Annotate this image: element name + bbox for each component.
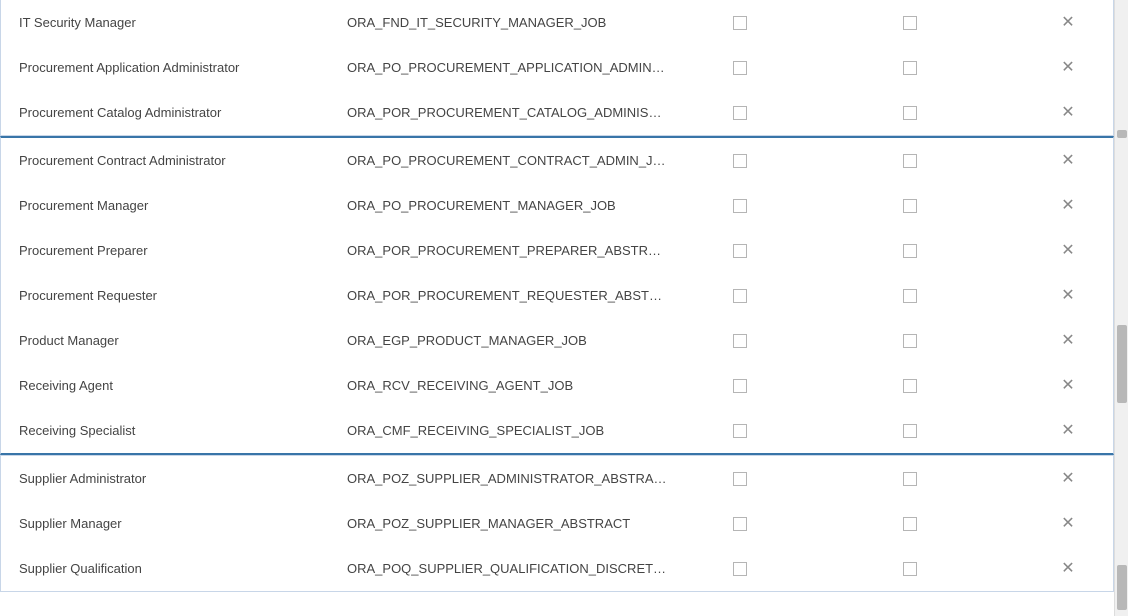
- checkbox-col1[interactable]: [733, 16, 747, 30]
- checkbox-col1[interactable]: [733, 379, 747, 393]
- checkbox-col2[interactable]: [903, 334, 917, 348]
- close-icon[interactable]: ✕: [1059, 422, 1077, 440]
- role-code: ORA_POZ_SUPPLIER_MANAGER_ABSTRACT: [337, 516, 717, 531]
- checkbox-col1[interactable]: [733, 289, 747, 303]
- close-icon[interactable]: ✕: [1059, 377, 1077, 395]
- table-row: Product Manager ORA_EGP_PRODUCT_MANAGER_…: [1, 318, 1113, 363]
- role-name: Procurement Catalog Administrator: [7, 105, 337, 120]
- checkbox-col2[interactable]: [903, 244, 917, 258]
- checkbox-col1[interactable]: [733, 106, 747, 120]
- checkbox-col2[interactable]: [903, 16, 917, 30]
- role-code: ORA_FND_IT_SECURITY_MANAGER_JOB: [337, 15, 717, 30]
- role-name: Procurement Requester: [7, 288, 337, 303]
- checkbox-col2[interactable]: [903, 199, 917, 213]
- checkbox-col2[interactable]: [903, 106, 917, 120]
- checkbox-col2[interactable]: [903, 472, 917, 486]
- table-row: Receiving Specialist ORA_CMF_RECEIVING_S…: [1, 408, 1113, 453]
- role-name: Procurement Manager: [7, 198, 337, 213]
- checkbox-col1[interactable]: [733, 61, 747, 75]
- table-row: Procurement Preparer ORA_POR_PROCUREMENT…: [1, 228, 1113, 273]
- table-row: IT Security Manager ORA_FND_IT_SECURITY_…: [1, 0, 1113, 45]
- checkbox-col1[interactable]: [733, 334, 747, 348]
- table-row: Supplier Manager ORA_POZ_SUPPLIER_MANAGE…: [1, 501, 1113, 546]
- role-code: ORA_POZ_SUPPLIER_ADMINISTRATOR_ABSTRA…: [337, 471, 717, 486]
- role-code: ORA_POR_PROCUREMENT_PREPARER_ABSTR…: [337, 243, 717, 258]
- table-row: Procurement Requester ORA_POR_PROCUREMEN…: [1, 273, 1113, 318]
- role-name: Supplier Administrator: [7, 471, 337, 486]
- close-icon[interactable]: ✕: [1059, 59, 1077, 77]
- role-name: Receiving Agent: [7, 378, 337, 393]
- checkbox-col2[interactable]: [903, 562, 917, 576]
- checkbox-col1[interactable]: [733, 517, 747, 531]
- close-icon[interactable]: ✕: [1059, 287, 1077, 305]
- role-name: IT Security Manager: [7, 15, 337, 30]
- role-name: Product Manager: [7, 333, 337, 348]
- role-code: ORA_EGP_PRODUCT_MANAGER_JOB: [337, 333, 717, 348]
- role-name: Procurement Application Administrator: [7, 60, 337, 75]
- role-name: Receiving Specialist: [7, 423, 337, 438]
- checkbox-col2[interactable]: [903, 379, 917, 393]
- role-name: Procurement Preparer: [7, 243, 337, 258]
- role-name: Procurement Contract Administrator: [7, 153, 337, 168]
- close-icon[interactable]: ✕: [1059, 242, 1077, 260]
- scrollbar-thumb[interactable]: [1117, 130, 1127, 138]
- role-code: ORA_POR_PROCUREMENT_CATALOG_ADMINIS…: [337, 105, 717, 120]
- role-code: ORA_POQ_SUPPLIER_QUALIFICATION_DISCRET…: [337, 561, 717, 576]
- panel-3: Supplier Administrator ORA_POZ_SUPPLIER_…: [0, 455, 1114, 592]
- table-row: Receiving Agent ORA_RCV_RECEIVING_AGENT_…: [1, 363, 1113, 408]
- checkbox-col2[interactable]: [903, 517, 917, 531]
- role-code: ORA_PO_PROCUREMENT_APPLICATION_ADMIN…: [337, 60, 717, 75]
- role-code: ORA_PO_PROCUREMENT_MANAGER_JOB: [337, 198, 717, 213]
- close-icon[interactable]: ✕: [1059, 152, 1077, 170]
- checkbox-col2[interactable]: [903, 424, 917, 438]
- panel-1: IT Security Manager ORA_FND_IT_SECURITY_…: [0, 0, 1114, 136]
- checkbox-col2[interactable]: [903, 154, 917, 168]
- checkbox-col1[interactable]: [733, 562, 747, 576]
- close-icon[interactable]: ✕: [1059, 332, 1077, 350]
- role-code: ORA_PO_PROCUREMENT_CONTRACT_ADMIN_J…: [337, 153, 717, 168]
- table-row: Procurement Catalog Administrator ORA_PO…: [1, 90, 1113, 135]
- checkbox-col1[interactable]: [733, 199, 747, 213]
- close-icon[interactable]: ✕: [1059, 470, 1077, 488]
- close-icon[interactable]: ✕: [1059, 197, 1077, 215]
- close-icon[interactable]: ✕: [1059, 104, 1077, 122]
- checkbox-col2[interactable]: [903, 61, 917, 75]
- role-name: Supplier Manager: [7, 516, 337, 531]
- table-row: Procurement Contract Administrator ORA_P…: [1, 138, 1113, 183]
- checkbox-col1[interactable]: [733, 154, 747, 168]
- checkbox-col2[interactable]: [903, 289, 917, 303]
- close-icon[interactable]: ✕: [1059, 515, 1077, 533]
- table-row: Supplier Administrator ORA_POZ_SUPPLIER_…: [1, 456, 1113, 501]
- checkbox-col1[interactable]: [733, 424, 747, 438]
- scrollbar-thumb[interactable]: [1117, 565, 1127, 610]
- role-code: ORA_RCV_RECEIVING_AGENT_JOB: [337, 378, 717, 393]
- close-icon[interactable]: ✕: [1059, 14, 1077, 32]
- scrollbar[interactable]: [1114, 0, 1128, 616]
- role-name: Supplier Qualification: [7, 561, 337, 576]
- table-row: Procurement Manager ORA_PO_PROCUREMENT_M…: [1, 183, 1113, 228]
- role-code: ORA_CMF_RECEIVING_SPECIALIST_JOB: [337, 423, 717, 438]
- close-icon[interactable]: ✕: [1059, 560, 1077, 578]
- table-row: Supplier Qualification ORA_POQ_SUPPLIER_…: [1, 546, 1113, 591]
- role-code: ORA_POR_PROCUREMENT_REQUESTER_ABST…: [337, 288, 717, 303]
- table-row: Procurement Application Administrator OR…: [1, 45, 1113, 90]
- scrollbar-thumb[interactable]: [1117, 325, 1127, 403]
- roles-table: IT Security Manager ORA_FND_IT_SECURITY_…: [0, 0, 1114, 616]
- panel-2: Procurement Contract Administrator ORA_P…: [0, 136, 1114, 455]
- checkbox-col1[interactable]: [733, 472, 747, 486]
- checkbox-col1[interactable]: [733, 244, 747, 258]
